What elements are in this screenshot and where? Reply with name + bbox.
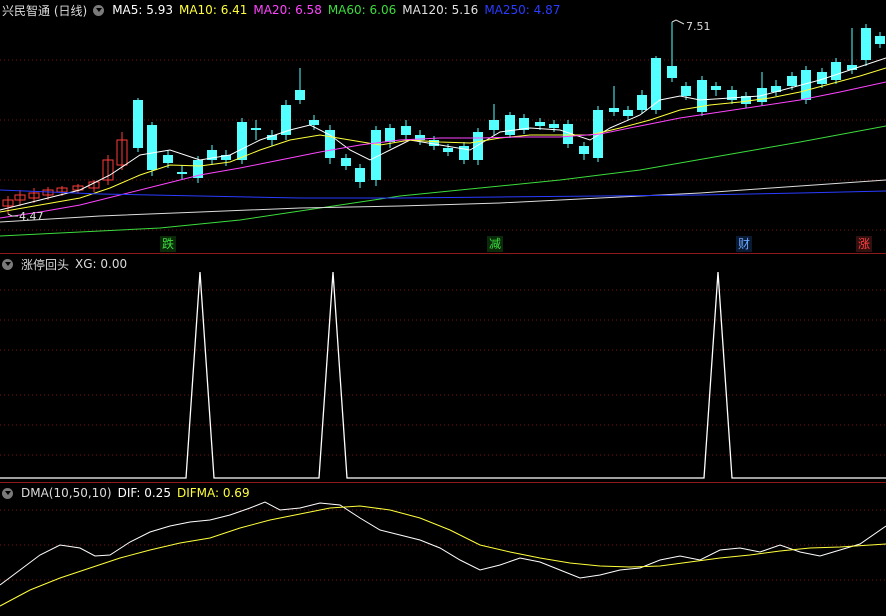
- candle-body: [309, 120, 319, 125]
- candle-body: [787, 76, 797, 86]
- dif-label: DIF: 0.25: [117, 486, 171, 500]
- xg-spike-line: [0, 271, 886, 479]
- candle-body: [667, 66, 677, 78]
- candle-body: [443, 148, 453, 152]
- event-tag-cai[interactable]: 财: [736, 236, 753, 252]
- candle-body: [681, 86, 691, 96]
- candle-body: [651, 58, 661, 110]
- dif-line: [0, 501, 886, 586]
- candle-body: [177, 172, 187, 174]
- candle-body: [385, 128, 395, 142]
- candle-body: [237, 122, 247, 160]
- candle-body: [609, 108, 619, 112]
- candle-body: [505, 115, 515, 135]
- dropdown-icon[interactable]: [2, 487, 13, 499]
- candle-body: [133, 100, 143, 148]
- difma-label: DIFMA: 0.69: [176, 486, 250, 500]
- xg-panel-header: 涨停回头 XG: 0.00: [0, 255, 127, 273]
- xg-panel-title: 涨停回头: [21, 257, 70, 272]
- candle-body: [341, 158, 351, 166]
- candle-body: [355, 168, 365, 182]
- candle-body: [711, 86, 721, 90]
- dma-panel-header: DMA(10,50,10) DIF: 0.25 DIFMA: 0.69: [0, 484, 250, 502]
- candle-body: [535, 122, 545, 126]
- low-marker: [7, 213, 18, 217]
- event-tag-zhang[interactable]: 涨: [856, 236, 873, 252]
- difma-line: [0, 505, 886, 607]
- xg-value-label: XG: 0.00: [75, 257, 128, 271]
- candle-body: [637, 95, 647, 110]
- ma5-line: [0, 57, 886, 211]
- candle-body: [473, 132, 483, 160]
- candle-body: [295, 90, 305, 100]
- candle-body: [623, 110, 633, 116]
- candle-body: [325, 130, 335, 158]
- ma10-line: [0, 67, 886, 213]
- candle-body: [147, 125, 157, 170]
- candle-body: [831, 62, 841, 80]
- panel-separator: [0, 253, 886, 254]
- event-tag-die[interactable]: 跌: [160, 236, 177, 252]
- candle-body: [579, 146, 589, 154]
- candle-body: [861, 28, 871, 60]
- dma-panel-title: DMA(10,50,10): [21, 486, 112, 500]
- high-price-label: 7.51: [686, 20, 711, 33]
- candle-body: [549, 124, 559, 128]
- ma120-line: [0, 179, 886, 223]
- panel-separator: [0, 482, 886, 483]
- low-price-label: 4.47: [19, 210, 44, 223]
- candle-body: [251, 128, 261, 130]
- high-marker: [671, 19, 685, 25]
- dropdown-icon[interactable]: [2, 258, 13, 270]
- event-tag-jian[interactable]: 减: [487, 236, 504, 252]
- candle-body: [489, 120, 499, 130]
- candle-body: [163, 155, 173, 163]
- candle-body: [401, 126, 411, 135]
- candle-body: [875, 36, 885, 44]
- stock-chart[interactable]: [0, 0, 886, 616]
